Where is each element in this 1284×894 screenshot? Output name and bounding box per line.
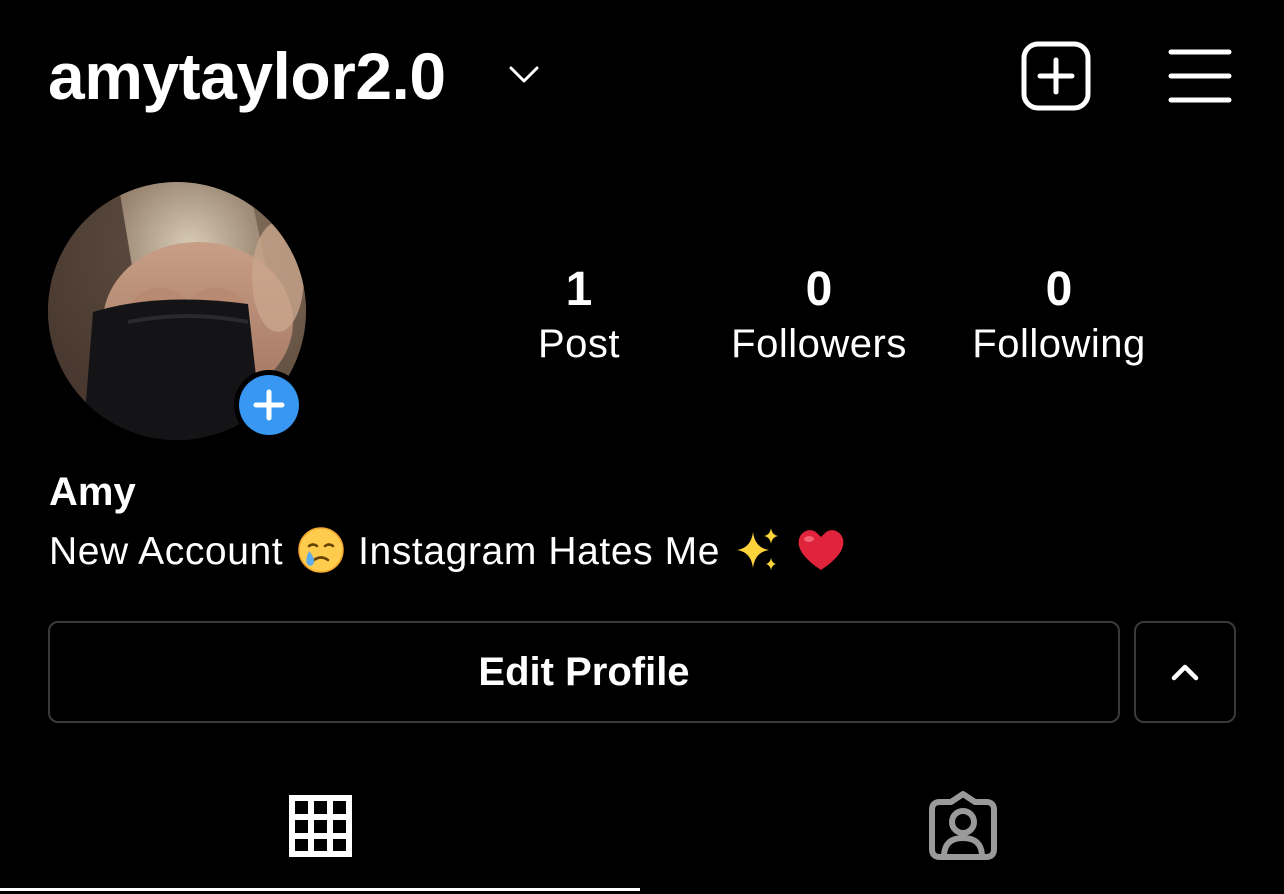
tagged-person-icon [929,791,997,860]
active-tab-indicator [0,888,640,891]
bio: New Account Instagram Hates Me [49,524,847,578]
new-post-icon[interactable] [1020,40,1092,112]
suggestions-toggle-button[interactable] [1134,621,1236,723]
chevron-up-icon [1171,664,1199,681]
following-stat[interactable]: 0 Following [939,262,1179,370]
following-count: 0 [1045,263,1073,316]
following-label: Following [972,322,1146,366]
display-name: Amy [49,470,136,514]
avatar-container[interactable] [48,182,308,442]
grid-icon [289,795,352,857]
bio-text-2: Instagram Hates Me [358,530,721,573]
followers-count: 0 [805,263,833,316]
chevron-down-icon[interactable] [508,62,540,86]
followers-stat[interactable]: 0 Followers [699,262,939,370]
followers-label: Followers [731,322,907,366]
edit-profile-button[interactable]: Edit Profile [48,621,1120,723]
plus-icon [253,389,285,421]
tab-tagged[interactable] [642,770,1284,894]
posts-count: 1 [565,263,593,316]
crying-face-emoji [297,527,344,573]
tab-posts-grid[interactable] [0,770,640,894]
hamburger-menu-icon[interactable] [1168,48,1232,104]
posts-label: Post [537,322,621,366]
posts-stat[interactable]: 1 Post [459,262,699,370]
profile-username[interactable]: amytaylor2.0 [48,36,446,116]
bio-text-1: New Account [49,530,284,573]
red-heart-emoji [798,530,844,570]
add-story-button[interactable] [234,370,304,440]
sparkles-emoji [737,528,779,570]
